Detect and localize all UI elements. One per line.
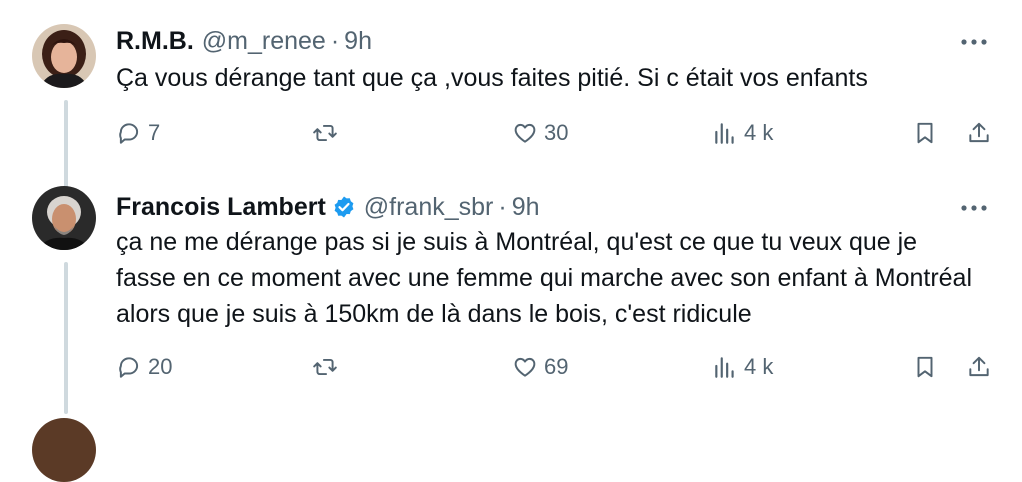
heart-icon bbox=[514, 357, 536, 377]
views-count: 4 k bbox=[744, 354, 774, 379]
timestamp[interactable]: 9h bbox=[344, 26, 372, 56]
bookmark-button[interactable] bbox=[912, 116, 938, 150]
share-icon bbox=[969, 122, 989, 143]
timestamp[interactable]: 9h bbox=[512, 192, 540, 222]
views-count: 4 k bbox=[744, 120, 774, 145]
reply-count: 7 bbox=[148, 120, 161, 145]
reply-button[interactable]: 20 bbox=[116, 350, 172, 384]
like-button[interactable]: 69 bbox=[512, 350, 568, 384]
more-options-icon[interactable] bbox=[960, 194, 988, 222]
author-handle[interactable]: @frank_sbr bbox=[364, 192, 494, 222]
retweet-button[interactable] bbox=[312, 116, 344, 150]
views-button[interactable]: 4 k bbox=[712, 116, 773, 150]
tweet-actions: 20 69 4 k bbox=[116, 350, 996, 384]
tweet[interactable]: Francois Lambert @frank_sbr · 9h ça ne m… bbox=[0, 180, 1022, 420]
retweet-button[interactable] bbox=[312, 350, 344, 384]
author-name[interactable]: Francois Lambert bbox=[116, 192, 326, 222]
tweet-header: R.M.B. @m_renee · 9h bbox=[116, 26, 372, 56]
share-button[interactable] bbox=[966, 116, 992, 150]
views-button[interactable]: 4 k bbox=[712, 350, 773, 384]
share-button[interactable] bbox=[966, 350, 992, 384]
tweet-actions: 7 30 4 k bbox=[116, 116, 996, 150]
separator-dot: · bbox=[498, 193, 507, 221]
like-count: 30 bbox=[544, 120, 569, 145]
heart-icon bbox=[514, 123, 536, 143]
verified-badge-icon bbox=[334, 196, 354, 218]
like-button[interactable]: 30 bbox=[512, 116, 568, 150]
avatar[interactable] bbox=[32, 418, 96, 482]
like-count: 69 bbox=[544, 354, 569, 379]
tweet[interactable]: R.M.B. @m_renee · 9h Ça vous dérange tan… bbox=[0, 0, 1022, 180]
bookmark-button[interactable] bbox=[912, 350, 938, 384]
reply-icon bbox=[119, 357, 139, 378]
share-icon bbox=[969, 356, 989, 377]
reply-icon bbox=[119, 123, 139, 144]
bookmark-icon bbox=[917, 356, 933, 378]
retweet-icon bbox=[313, 124, 337, 142]
views-icon bbox=[715, 123, 734, 144]
author-handle[interactable]: @m_renee bbox=[202, 26, 326, 56]
tweet-header: Francois Lambert @frank_sbr · 9h bbox=[116, 192, 540, 222]
avatar[interactable] bbox=[32, 24, 96, 88]
views-icon bbox=[715, 357, 734, 378]
separator-dot: · bbox=[330, 27, 340, 55]
bookmark-icon bbox=[917, 122, 933, 144]
reply-button[interactable]: 7 bbox=[116, 116, 160, 150]
more-options-icon[interactable] bbox=[960, 28, 988, 56]
tweet-text: ça ne me dérange pas si je suis à Montré… bbox=[116, 228, 973, 328]
tweet-text: Ça vous dérange tant que ça ,vous faites… bbox=[116, 64, 868, 92]
avatar[interactable] bbox=[32, 186, 96, 250]
author-name[interactable]: R.M.B. bbox=[116, 26, 194, 56]
reply-count: 20 bbox=[148, 354, 173, 379]
retweet-icon bbox=[313, 358, 337, 376]
